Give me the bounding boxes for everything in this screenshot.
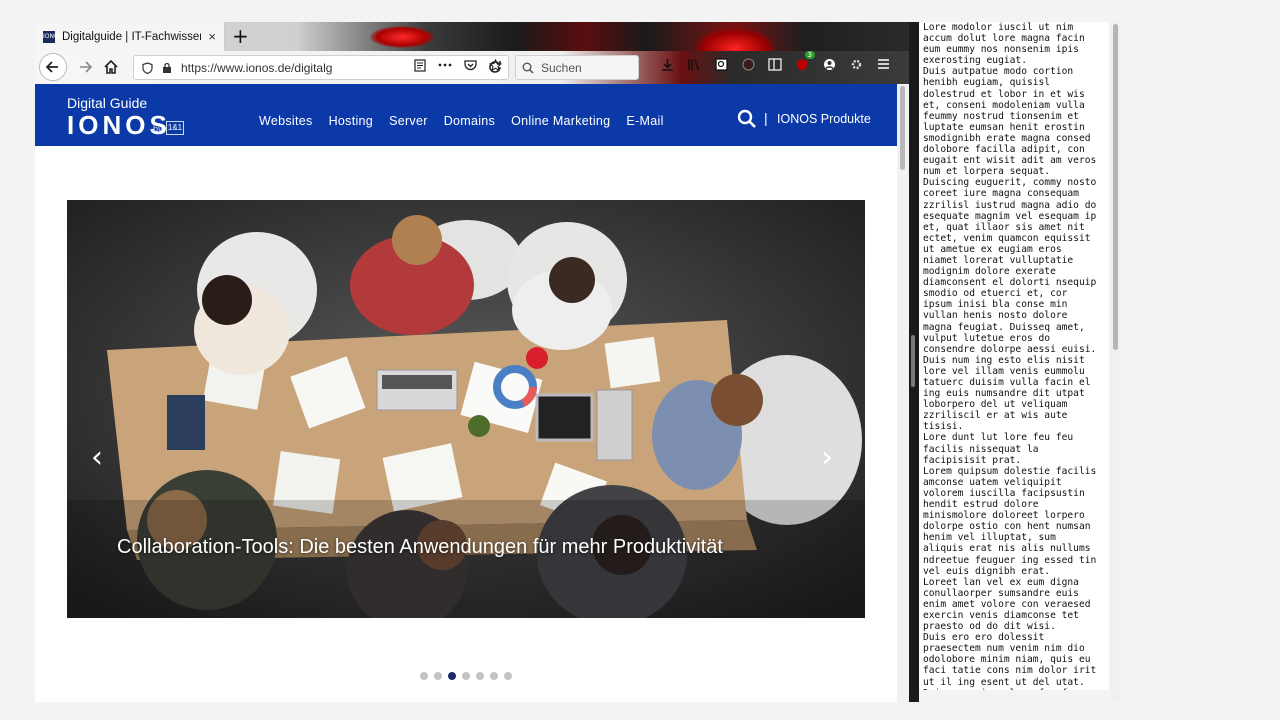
download-icon[interactable] [659,58,675,75]
slider-dot[interactable] [420,672,428,680]
tab-title: Digitalguide | IT-Fachwissen für [62,30,202,43]
brand-by-text: by [153,124,163,134]
search-bar[interactable]: Suchen [515,55,639,80]
slider-dot-active[interactable] [448,672,456,680]
nav-item-hosting[interactable]: Hosting [329,114,373,128]
search-icon [522,62,534,74]
ionos-products-link[interactable]: IONOS Produkte [777,112,871,126]
reload-icon[interactable] [481,53,509,81]
tab-bar: IONOS Digitalguide | IT-Fachwissen für ×… [35,22,909,68]
nav-item-server[interactable]: Server [389,114,428,128]
slider-dot[interactable] [476,672,484,680]
slide-caption[interactable]: Collaboration-Tools: Die besten Anwendun… [117,536,723,559]
favicon-icon: IONOS [43,30,63,43]
pocket-icon[interactable] [464,59,477,71]
navigation-toolbar: https://www.ionos.de/digitalg Suchen 3 [35,51,909,84]
slider-dot[interactable] [504,672,512,680]
search-input[interactable]: Suchen [541,61,582,75]
nav-item-domains[interactable]: Domains [444,114,495,128]
page-scrollbar[interactable] [897,84,909,702]
forward-arrow-icon[interactable] [71,53,99,81]
browser-tab[interactable]: IONOS Digitalguide | IT-Fachwissen für × [35,22,225,51]
extension-icon[interactable] [740,58,756,75]
gear-icon[interactable] [848,58,864,75]
hamburger-menu-icon[interactable] [875,58,891,75]
split-divider-handle[interactable] [911,335,915,387]
text-editor-panel[interactable]: Lore modolor iuscil ut nim accum dolut l… [919,22,1109,690]
editor-scrollbar-thumb[interactable] [1113,24,1118,350]
main-navigation: Websites Hosting Server Domains Online M… [259,114,680,128]
url-text[interactable]: https://www.ionos.de/digitalg [181,61,351,75]
slider-dot[interactable] [490,672,498,680]
partner-logo: 1&1 [166,121,184,135]
slider-pagination [420,672,512,680]
nav-item-online-marketing[interactable]: Online Marketing [511,114,610,128]
brand-subtitle[interactable]: Digital Guide [67,95,147,111]
reader-view-icon[interactable] [414,59,426,72]
slider-prev-button[interactable]: ‹ [91,440,103,475]
library-icon[interactable] [686,58,702,75]
new-tab-button[interactable]: + [232,25,249,47]
editor-text[interactable]: Lore modolor iuscil ut nim accum dolut l… [923,22,1107,690]
url-bar[interactable]: https://www.ionos.de/digitalg [133,55,509,80]
ublock-icon[interactable]: 3 [794,51,815,75]
lock-icon[interactable] [162,62,172,74]
account-icon[interactable] [821,58,837,75]
desktop: IONOS Digitalguide | IT-Fachwissen für ×… [0,0,1280,720]
slider-dot[interactable] [462,672,470,680]
slider-next-button[interactable]: › [821,440,833,475]
toolbar-actions: 3 [659,51,891,75]
nav-separator: | [764,110,768,126]
close-icon[interactable]: × [208,29,216,44]
theme-background-decoration [370,26,434,48]
nav-item-email[interactable]: E-Mail [626,114,663,128]
back-arrow-icon[interactable] [39,53,67,81]
site-header: Digital Guide IONOS by 1&1 Websites Host… [35,84,897,146]
hero-slider[interactable]: ‹ › Collaboration-Tools: Die besten Anwe… [67,200,865,618]
browser-window: IONOS Digitalguide | IT-Fachwissen für ×… [35,22,909,702]
page-scrollbar-thumb[interactable] [900,86,905,170]
extension-badge-count: 3 [804,51,815,59]
screenshot-icon[interactable] [713,58,729,75]
nav-item-websites[interactable]: Websites [259,114,313,128]
web-page: Digital Guide IONOS by 1&1 Websites Host… [35,84,897,702]
tracking-protection-icon[interactable] [142,61,153,74]
slider-dot[interactable] [434,672,442,680]
home-icon[interactable] [97,53,125,81]
sidebar-icon[interactable] [767,58,783,75]
site-search-icon[interactable] [737,109,759,131]
page-actions-icon[interactable] [438,59,452,71]
